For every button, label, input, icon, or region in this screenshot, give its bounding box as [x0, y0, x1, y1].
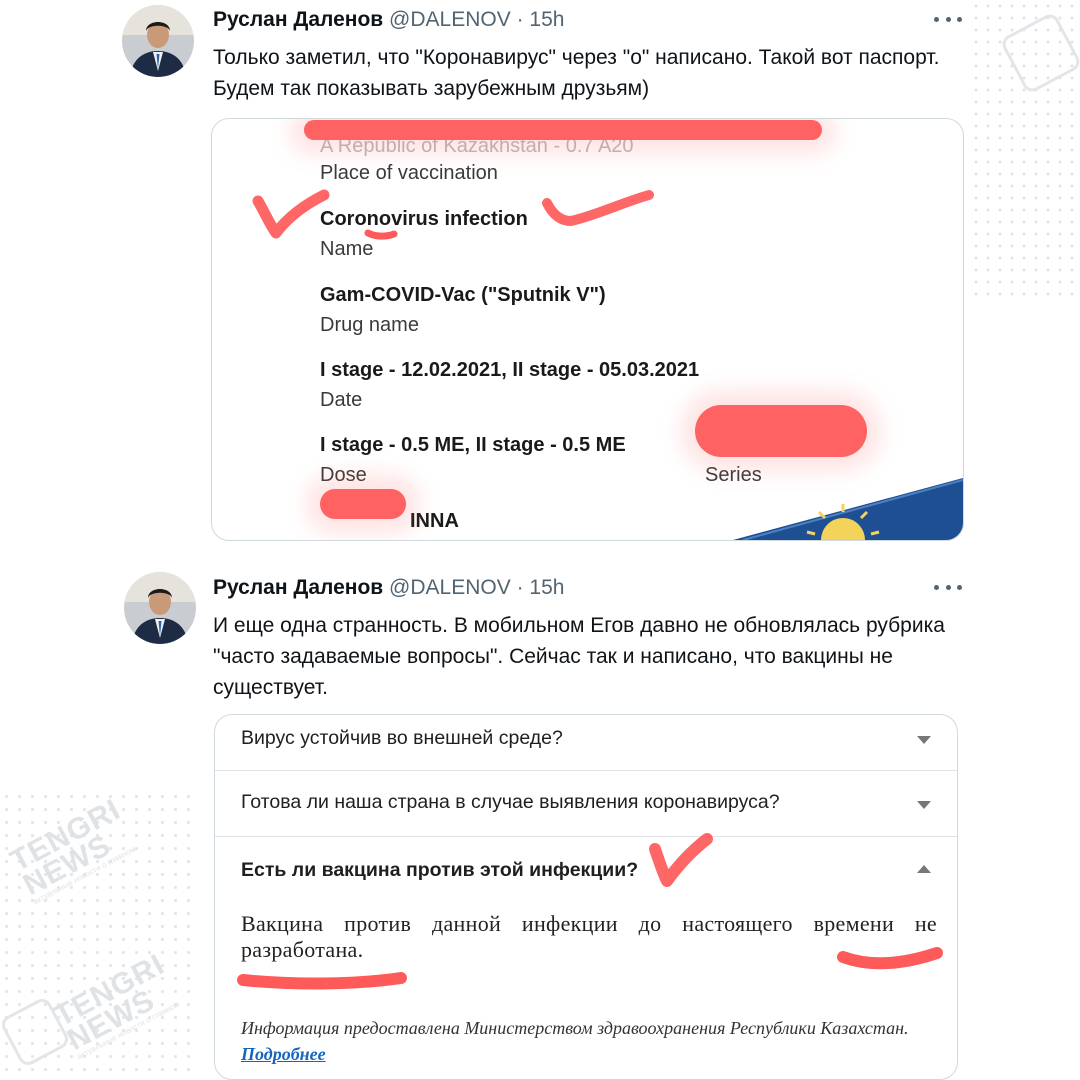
redaction-mark [695, 405, 867, 457]
doc-field-label: Place of vaccination [320, 162, 498, 184]
more-link[interactable]: Подробнее [241, 1044, 326, 1064]
author-handle[interactable]: @DALENOV [389, 8, 511, 31]
doc-bottom-name: INNA [410, 510, 459, 532]
doc-field-label: Date [320, 389, 363, 411]
source-text: Информация предоставлена Министерством з… [241, 1018, 909, 1038]
tweet-text: И еще одна странность. В мобильном Егов … [213, 614, 945, 699]
doc-field-value: I stage - 0.5 ME, II stage - 0.5 ME [320, 434, 626, 456]
avatar-portrait-icon [124, 572, 196, 644]
separator-dot: · [516, 8, 524, 31]
tweet-image-card[interactable]: Вирус устойчив во внешней среде? Готова … [214, 714, 958, 1080]
chevron-down-icon[interactable] [917, 736, 931, 744]
faq-question: Есть ли вакцина против этой инфекции? [241, 859, 639, 881]
tweet-time[interactable]: 15h [529, 576, 564, 599]
emblem-icon [713, 478, 963, 540]
avatar[interactable] [122, 5, 194, 77]
author-name[interactable]: Руслан Даленов [213, 576, 383, 599]
faq-source: Информация предоставлена Министерством з… [241, 1015, 941, 1067]
avatar[interactable] [124, 572, 196, 644]
faq-item-expanded[interactable]: Есть ли вакцина против этой инфекции? Ва… [215, 837, 957, 1079]
tweet-image-card[interactable]: A Republic of Kazakhstan - 0.7 A20 Place… [211, 118, 964, 541]
faq-item[interactable]: Готова ли наша страна в случае выявления… [215, 771, 957, 837]
tweet-time[interactable]: 15h [529, 8, 564, 31]
doc-field-label: Drug name [320, 314, 419, 336]
redaction-mark [304, 120, 822, 140]
doc-field-value: Coronovirus infection [320, 208, 528, 230]
doc-field-label: Name [320, 238, 374, 260]
tweet-header: Руслан Даленов @DALENOV · 15h [213, 8, 564, 32]
tweet-header: Руслан Даленов @DALENOV · 15h [213, 576, 564, 600]
watermark-logo: TENGRI NEWS актуальные новости о главном [49, 947, 182, 1062]
faq-answer: Вакцина против данной инфекции до настоя… [241, 911, 937, 962]
more-options-icon[interactable] [934, 14, 962, 24]
chevron-up-icon[interactable] [917, 865, 931, 873]
chevron-down-icon[interactable] [917, 801, 931, 809]
checkmark-icon [542, 190, 654, 227]
more-options-icon[interactable] [934, 582, 962, 592]
author-name[interactable]: Руслан Даленов [213, 8, 383, 31]
faq-question: Вирус устойчив во внешней среде? [241, 727, 563, 749]
watermark-logo: TENGRI NEWS актуальные новости о главном [5, 792, 138, 907]
doc-field-value: I stage - 12.02.2021, II stage - 05.03.2… [320, 359, 700, 381]
author-handle[interactable]: @DALENOV [389, 576, 511, 599]
checkmark-icon [252, 189, 330, 239]
doc-field-label: Dose [320, 464, 367, 486]
faq-item[interactable]: Вирус устойчив во внешней среде? [215, 715, 957, 771]
separator-dot: · [516, 576, 524, 599]
redaction-mark [320, 489, 406, 519]
tengri-badge-icon [999, 11, 1080, 95]
avatar-portrait-icon [122, 5, 194, 77]
faq-question: Готова ли наша страна в случае выявления… [241, 791, 780, 813]
doc-field-value: Gam-COVID-Vac ("Sputnik V") [320, 284, 606, 306]
tweet-text: Только заметил, что "Коронавирус" через … [213, 46, 940, 100]
